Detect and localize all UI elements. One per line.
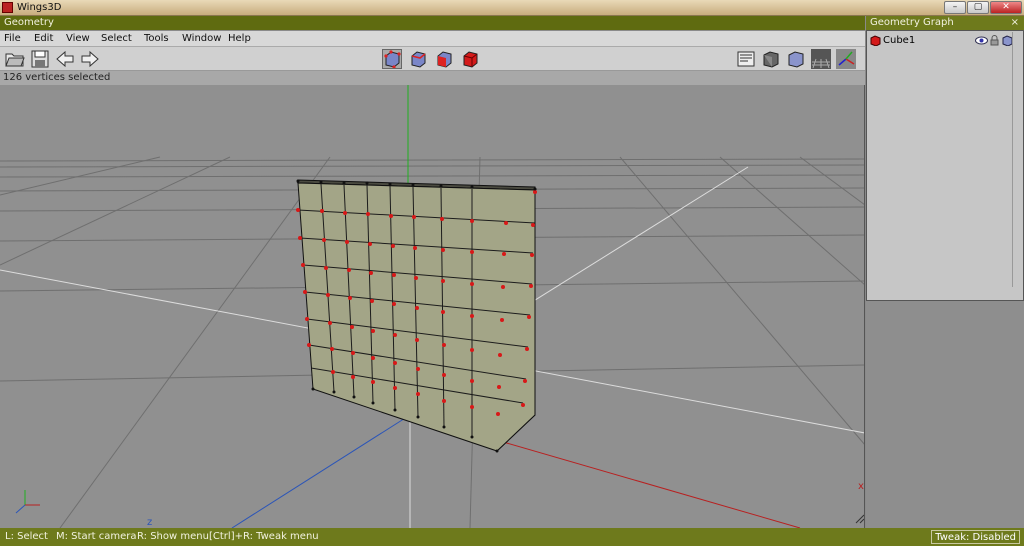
edge-mode-icon[interactable] [408, 49, 428, 69]
menu-bar: File Edit View Select Tools Window Help [0, 31, 865, 47]
mini-axis-gizmo [15, 490, 40, 514]
panel-close-icon[interactable]: × [1011, 16, 1019, 29]
redo-arrow-icon[interactable] [80, 49, 100, 69]
window-titlebar: Wings3D – ▢ ✕ [0, 0, 1024, 16]
window-title: Wings3D [17, 2, 62, 13]
toolbar [0, 47, 865, 71]
panel-scrollbar[interactable] [1012, 32, 1022, 287]
geometry-window-title: Geometry [4, 17, 54, 28]
body-mode-icon[interactable] [460, 49, 480, 69]
bottom-hint-bar: L: Select M: Start camera R: Show menu [… [0, 528, 1024, 546]
object-row-cube1[interactable]: Cube1 [869, 34, 1021, 48]
menu-tools[interactable]: Tools [144, 33, 169, 44]
visibility-eye-icon[interactable] [975, 36, 988, 45]
menu-help[interactable]: Help [228, 33, 251, 44]
undo-arrow-icon[interactable] [55, 49, 75, 69]
smooth-shade-icon[interactable] [761, 49, 781, 69]
cube-mesh[interactable] [296, 179, 537, 453]
menu-view[interactable]: View [66, 33, 90, 44]
hint-middle-camera: M: Start camera [56, 531, 137, 542]
z-axis-line [231, 414, 411, 528]
save-icon[interactable] [30, 49, 50, 69]
tweak-status-badge[interactable]: Tweak: Disabled [931, 530, 1020, 544]
geometry-graph-title: Geometry Graph [870, 17, 954, 28]
geometry-graph-titlebar: Geometry Graph × [866, 16, 1024, 30]
selection-status: 126 vertices selected [0, 71, 865, 85]
face-mode-icon[interactable] [434, 49, 454, 69]
hint-right-menu: R: Show menu [137, 531, 209, 542]
lock-icon[interactable] [990, 35, 999, 46]
cube-object-icon [870, 35, 881, 46]
menu-select[interactable]: Select [101, 33, 132, 44]
x-axis-label: x [858, 481, 864, 492]
open-folder-icon[interactable] [5, 49, 25, 69]
hint-left-select: L: Select [5, 531, 48, 542]
geometry-window-titlebar: Geometry [0, 16, 865, 30]
menu-file[interactable]: File [4, 33, 21, 44]
3d-viewport[interactable]: z x [0, 85, 865, 528]
axes-toggle-icon[interactable] [836, 49, 856, 69]
ground-plane-icon[interactable] [811, 49, 831, 69]
maximize-button[interactable]: ▢ [967, 1, 989, 14]
geometry-graph-panel: Cube1 [866, 30, 1024, 301]
menu-edit[interactable]: Edit [34, 33, 53, 44]
flat-shade-icon[interactable] [786, 49, 806, 69]
menu-window[interactable]: Window [182, 33, 221, 44]
wings3d-app-icon [2, 2, 13, 13]
object-name: Cube1 [883, 35, 916, 46]
vertex-mode-icon[interactable] [382, 49, 402, 69]
workmode-icon[interactable] [736, 49, 756, 69]
cube-front-face [297, 182, 536, 452]
minimize-button[interactable]: – [944, 1, 966, 14]
z-axis-label: z [147, 517, 152, 528]
close-window-button[interactable]: ✕ [990, 1, 1022, 14]
resize-grip-icon[interactable] [855, 514, 864, 524]
hint-tweak-menu: [Ctrl]+R: Tweak menu [209, 531, 319, 542]
geometry-graph-area: Geometry Graph × Cube1 [866, 16, 1024, 528]
